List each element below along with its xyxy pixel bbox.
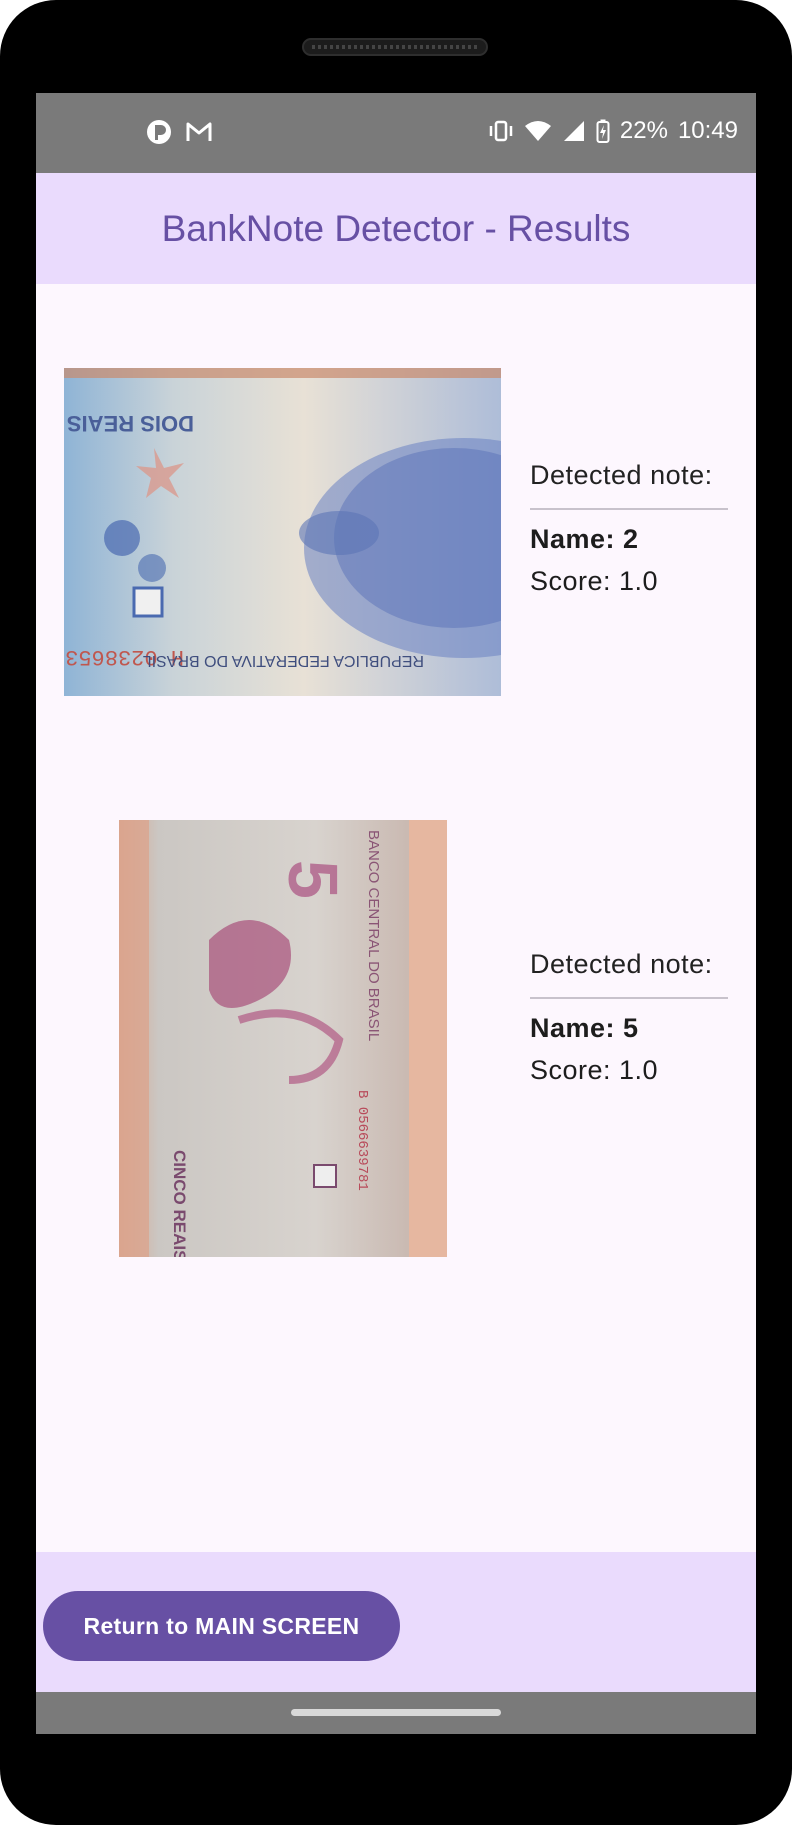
status-bar: 22% 10:49 bbox=[36, 93, 756, 173]
phone-frame: 22% 10:49 BankNote Detector - Results DO… bbox=[0, 0, 792, 1825]
divider bbox=[530, 997, 728, 999]
divider bbox=[530, 508, 728, 510]
gmail-icon bbox=[186, 121, 212, 143]
battery-charging-icon bbox=[596, 119, 610, 143]
detected-note-label: Detected note: bbox=[530, 949, 713, 979]
return-to-main-screen-button[interactable]: Return to MAIN SCREEN bbox=[43, 1591, 400, 1661]
home-indicator[interactable] bbox=[291, 1709, 501, 1716]
cellular-signal-icon bbox=[562, 120, 586, 142]
screen: 22% 10:49 BankNote Detector - Results DO… bbox=[36, 93, 756, 1734]
detected-name: Name: 2 bbox=[530, 524, 639, 554]
result-card-2: 5 BANCO CENTRAL DO BRASIL CINCO REAIS B … bbox=[36, 793, 756, 1257]
detected-score: Score: 1.0 bbox=[530, 1055, 659, 1085]
detected-note-label: Detected note: bbox=[530, 460, 713, 490]
detected-name: Name: 5 bbox=[530, 1013, 639, 1043]
speaker-grille bbox=[302, 38, 488, 56]
banknote-text-banco-central: BANCO CENTRAL DO BRASIL bbox=[365, 830, 382, 1041]
bottom-bar: Return to MAIN SCREEN bbox=[36, 1552, 756, 1692]
result-card-1: DOIS REAIS H 0238653355 REPUBLICA FEDERA… bbox=[36, 284, 756, 696]
page-title: BankNote Detector - Results bbox=[161, 207, 631, 249]
banknote-image-5: 5 BANCO CENTRAL DO BRASIL CINCO REAIS B … bbox=[119, 820, 447, 1257]
svg-text:5: 5 bbox=[274, 860, 352, 899]
banknote-text-cinco-reais: CINCO REAIS bbox=[170, 1150, 189, 1257]
banknote-image-2: DOIS REAIS H 0238653355 REPUBLICA FEDERA… bbox=[64, 368, 501, 696]
vibrate-icon bbox=[488, 120, 514, 142]
system-navigation-bar bbox=[36, 1692, 756, 1734]
app-bar: BankNote Detector - Results bbox=[36, 173, 756, 284]
status-clock: 10:49 bbox=[677, 117, 738, 144]
banknote-text-brasil: REPUBLICA FEDERATIVA DO BRASIL bbox=[143, 652, 424, 669]
banknote-serial: B 0566639781 bbox=[354, 1090, 370, 1191]
wifi-icon bbox=[524, 120, 552, 142]
banknote-text-dois-reais: DOIS REAIS bbox=[67, 411, 194, 436]
notification-app-icon bbox=[146, 119, 172, 145]
battery-percentage: 22% bbox=[619, 117, 668, 144]
detected-score: Score: 1.0 bbox=[530, 566, 659, 596]
